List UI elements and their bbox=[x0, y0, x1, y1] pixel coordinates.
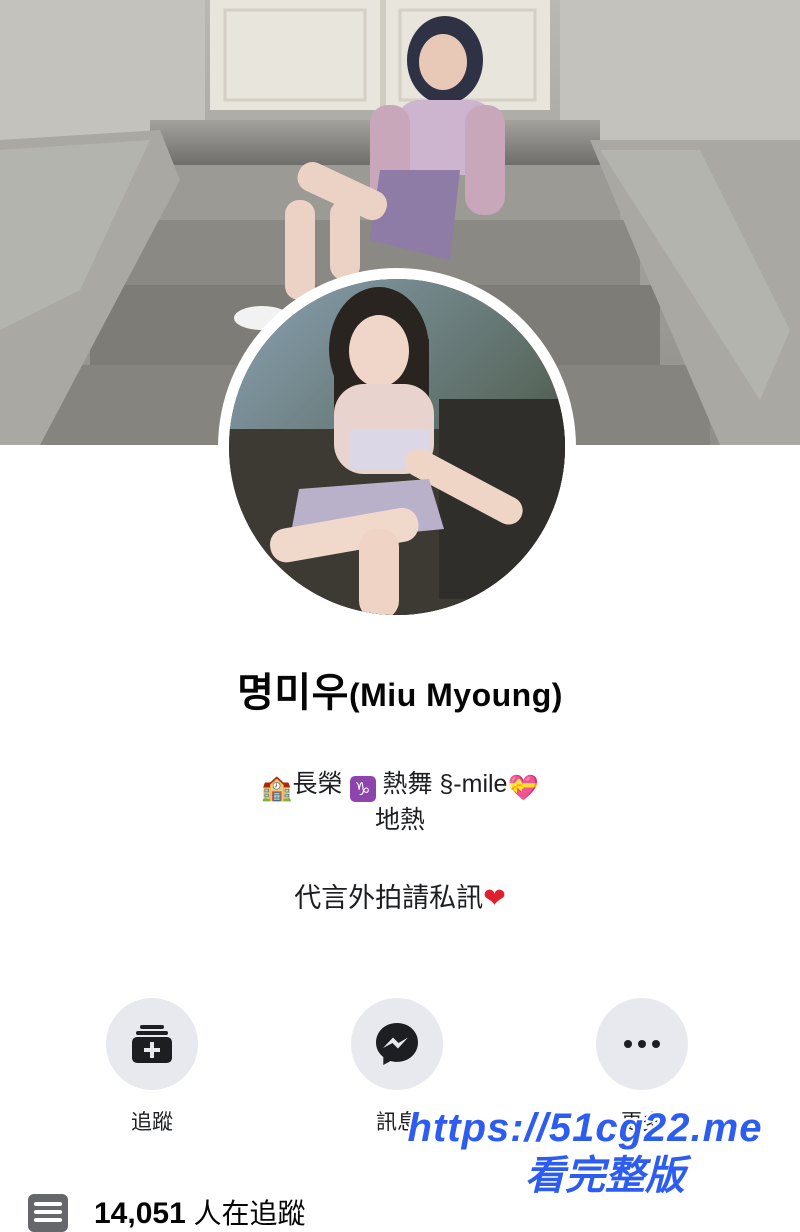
profile-name: 명미우(Miu Myoung) bbox=[0, 660, 800, 718]
heart-icon: ❤ bbox=[483, 883, 506, 913]
followers-icon bbox=[28, 1194, 68, 1232]
watermark-url: https://51cg22.me bbox=[407, 1106, 763, 1150]
bio-line2: 地熱 bbox=[374, 806, 425, 834]
profile-bio-contact: 代言外拍請私訊❤ bbox=[0, 876, 800, 915]
more-icon bbox=[624, 1040, 660, 1048]
capricorn-icon: ♑ bbox=[349, 776, 376, 802]
profile-name-latin: (Miu Myoung) bbox=[348, 677, 563, 713]
profile-name-main: 명미우 bbox=[237, 671, 349, 715]
bio-line1-b: 熱舞 §-mile bbox=[382, 770, 508, 798]
school-icon: 🏫 bbox=[261, 774, 293, 802]
bio-line3: 代言外拍請私訊 bbox=[294, 883, 484, 913]
message-button-circle[interactable] bbox=[351, 998, 443, 1090]
followers-count: 14,051 人在追蹤 bbox=[94, 1192, 306, 1232]
followers-suffix: 人在追蹤 bbox=[185, 1198, 306, 1229]
followers-row[interactable]: 14,051 人在追蹤 bbox=[28, 1188, 428, 1232]
profile-bio: 🏫長榮 ♑ 熱舞 §-mile💝 地熱 bbox=[210, 768, 590, 836]
watermark: https://51cg22.me 看完整版 bbox=[380, 1108, 790, 1196]
followers-number: 14,051 bbox=[94, 1197, 186, 1230]
follow-label: 追蹤 bbox=[131, 1111, 173, 1134]
avatar[interactable] bbox=[229, 279, 565, 615]
bio-line1-a: 長榮 bbox=[292, 770, 343, 798]
more-button-circle[interactable] bbox=[596, 998, 688, 1090]
heart-gift-icon: 💝 bbox=[507, 774, 539, 802]
messenger-icon bbox=[376, 1023, 418, 1065]
follow-button-circle[interactable] bbox=[106, 998, 198, 1090]
add-page-icon bbox=[132, 1025, 172, 1063]
follow-button[interactable]: 追蹤 bbox=[92, 998, 212, 1136]
watermark-caption: 看完整版 bbox=[525, 1154, 685, 1198]
